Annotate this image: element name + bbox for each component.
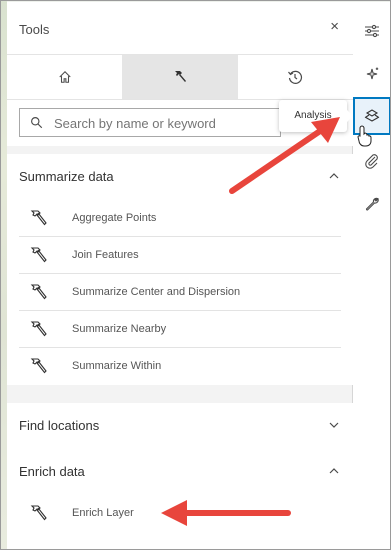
hammer-icon bbox=[174, 71, 186, 82]
tab-home[interactable] bbox=[7, 55, 122, 99]
tool-label: Enrich Layer bbox=[72, 507, 134, 519]
section-label: Summarize data bbox=[19, 169, 114, 184]
tool-label: Summarize Nearby bbox=[72, 323, 167, 335]
hand-cursor-icon bbox=[357, 125, 372, 147]
hammer-icon bbox=[30, 284, 47, 300]
hammer-icon bbox=[30, 321, 47, 337]
tool-label: Summarize Center and Dispersion bbox=[72, 286, 241, 298]
action-button-ai[interactable] bbox=[353, 55, 390, 93]
action-button-settings[interactable] bbox=[353, 12, 390, 50]
panel-title: Tools bbox=[19, 22, 50, 37]
tool-label: Join Features bbox=[72, 249, 139, 261]
hammer-icon bbox=[30, 210, 47, 226]
section-header-find[interactable]: Find locations bbox=[7, 403, 353, 449]
history-icon bbox=[288, 70, 303, 84]
tool-tabs bbox=[7, 54, 353, 100]
tools-panel: Tools × Search by name or keyword Summar… bbox=[7, 2, 353, 549]
paperclip-icon bbox=[365, 154, 378, 169]
tool-enrich-layer[interactable]: Enrich Layer bbox=[19, 495, 341, 532]
sparkle-icon bbox=[366, 67, 379, 80]
tool-join-features[interactable]: Join Features bbox=[19, 237, 341, 274]
section-header-enrich[interactable]: Enrich data bbox=[7, 449, 353, 495]
sliders-icon bbox=[365, 24, 379, 38]
app-frame: Tools × Search by name or keyword Summar… bbox=[0, 0, 391, 550]
hammer-icon bbox=[30, 247, 47, 263]
section-summarize-data: Summarize data Aggregate Points Join Fea… bbox=[7, 154, 353, 385]
action-button-tools[interactable] bbox=[353, 185, 390, 223]
action-button-attach[interactable] bbox=[353, 142, 390, 180]
tool-summarize-within[interactable]: Summarize Within bbox=[19, 348, 341, 385]
close-button[interactable]: × bbox=[330, 19, 339, 35]
hammer-icon bbox=[30, 358, 47, 374]
section-label: Enrich data bbox=[19, 464, 85, 479]
tool-aggregate-points[interactable]: Aggregate Points bbox=[19, 200, 341, 237]
tab-tools[interactable] bbox=[122, 55, 238, 99]
hammer-icon bbox=[30, 505, 47, 521]
section-enrich-data: Enrich data Enrich Layer bbox=[7, 449, 353, 549]
panel-header: Tools × bbox=[7, 2, 353, 54]
search-box bbox=[19, 108, 281, 137]
tool-label: Aggregate Points bbox=[72, 212, 157, 224]
wrench-icon bbox=[365, 197, 379, 211]
search-input[interactable] bbox=[54, 113, 274, 133]
analysis-icon bbox=[364, 109, 380, 122]
tool-label: Summarize Within bbox=[72, 360, 162, 372]
section-header-summarize[interactable]: Summarize data bbox=[7, 154, 353, 200]
action-bar bbox=[353, 2, 390, 549]
chevron-up-icon bbox=[329, 468, 339, 474]
tooltip-analysis: Analysis bbox=[279, 100, 353, 132]
section-find-locations: Find locations bbox=[7, 403, 353, 449]
summarize-tool-list: Aggregate Points Join Features Summarize… bbox=[7, 200, 353, 385]
home-icon bbox=[59, 71, 71, 83]
section-label: Find locations bbox=[19, 418, 100, 433]
tool-summarize-nearby[interactable]: Summarize Nearby bbox=[19, 311, 341, 348]
enrich-tool-list: Enrich Layer bbox=[7, 495, 353, 532]
search-icon bbox=[31, 117, 43, 129]
chevron-down-icon bbox=[329, 422, 339, 428]
chevron-up-icon bbox=[329, 173, 339, 179]
tool-summarize-center-dispersion[interactable]: Summarize Center and Dispersion bbox=[19, 274, 341, 311]
tab-history[interactable] bbox=[238, 55, 353, 99]
